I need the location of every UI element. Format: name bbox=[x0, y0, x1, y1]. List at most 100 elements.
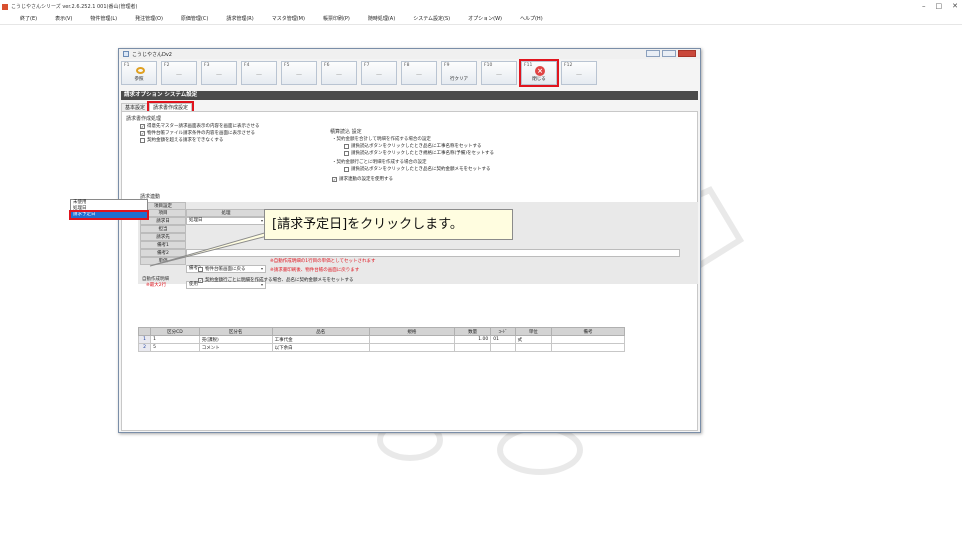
table-header: 単位 bbox=[514, 327, 553, 336]
fkey-number: F11 bbox=[524, 63, 533, 68]
dropdown-option-scheduled-date[interactable]: 請求予定日 bbox=[69, 210, 149, 220]
table-row[interactable]: 2 5 コメント 以下余白 bbox=[137, 343, 625, 352]
table-cell[interactable]: 以下余白 bbox=[271, 343, 370, 352]
menu-master[interactable]: マスタ管理(M) bbox=[272, 15, 305, 22]
dialog-app-icon bbox=[123, 51, 129, 57]
menu-view[interactable]: 表示(V) bbox=[55, 15, 72, 22]
table-header: 区分名 bbox=[198, 327, 273, 336]
fkey-f4[interactable]: F4 — bbox=[241, 61, 277, 85]
fkey-number: F8 bbox=[404, 63, 410, 68]
fkey-f3[interactable]: F3 — bbox=[201, 61, 237, 85]
billing-date-dropdown: 未使用 処理日 請求予定日 bbox=[69, 199, 149, 220]
dialog-window-buttons bbox=[646, 50, 696, 57]
fkey-number: F3 bbox=[204, 63, 210, 68]
checkbox-label: 契約金額行ごとに明細を作成する場合、品名に契約金額メモをセットする bbox=[205, 278, 354, 283]
checkbox-label: 請負読込ボタンをクリックしたとき品名に契約金額メモをセットする bbox=[351, 167, 491, 172]
checkbox[interactable] bbox=[344, 143, 349, 149]
fkey-f12[interactable]: F12— bbox=[561, 61, 597, 85]
fkey-label: — bbox=[336, 71, 342, 78]
checkbox[interactable] bbox=[344, 150, 349, 156]
table-cell[interactable] bbox=[551, 343, 625, 352]
check-use-link[interactable]: ✓ 請求連動の設定を使用する bbox=[332, 176, 393, 182]
menu-help[interactable]: ヘルプ(H) bbox=[520, 15, 543, 22]
menu-project[interactable]: 物件管理(L) bbox=[90, 15, 117, 22]
fkey-f5[interactable]: F5 — bbox=[281, 61, 317, 85]
close-window-button[interactable]: ✕ bbox=[952, 0, 958, 12]
fkey-label: — bbox=[216, 71, 222, 78]
checkbox[interactable]: ✓ bbox=[140, 130, 145, 136]
menu-exit[interactable]: 終了(E) bbox=[20, 15, 37, 22]
dialog-close-button[interactable] bbox=[678, 50, 696, 57]
tab-bar: 基本設定 請求書作成設定 bbox=[121, 101, 195, 113]
table-row[interactable]: 1 1 売(課税) 工事代金 1.00 01 式 bbox=[137, 335, 625, 344]
table-header: ｺｰﾄﾞ bbox=[490, 327, 516, 336]
check-estimate-spec[interactable]: 請負読込ボタンをクリックしたとき規格に工事名称(予備)をセットする bbox=[344, 150, 494, 156]
fkey-f2[interactable]: F2 — bbox=[161, 61, 197, 85]
checkbox[interactable]: ✓ bbox=[198, 277, 203, 283]
fkey-f6[interactable]: F6 — bbox=[321, 61, 357, 85]
table-cell[interactable] bbox=[490, 343, 516, 352]
fkey-label: 行クリア bbox=[450, 77, 468, 82]
app-logo-icon bbox=[2, 3, 8, 10]
instruction-callout: [請求予定日]をクリックします。 bbox=[264, 209, 513, 240]
dialog-title-bar: こうじやさんDv2 bbox=[119, 49, 700, 59]
table-cell[interactable] bbox=[368, 335, 455, 344]
tab-invoice-settings[interactable]: 請求書作成設定 bbox=[147, 101, 195, 113]
table-header: 品名 bbox=[271, 327, 370, 336]
menu-options[interactable]: オプション(W) bbox=[468, 15, 502, 22]
fkey-f11-close-button[interactable]: F11 × 閉じる bbox=[519, 59, 559, 87]
menu-print[interactable]: 帳票印刷(P) bbox=[323, 15, 350, 22]
table-cell[interactable]: 売(課税) bbox=[198, 335, 273, 344]
table-cell[interactable]: コメント bbox=[198, 343, 273, 352]
tab-basic-settings[interactable]: 基本設定 bbox=[121, 103, 150, 111]
checkbox[interactable]: ✓ bbox=[140, 123, 145, 129]
check-estimate-memo[interactable]: 請負読込ボタンをクリックしたとき品名に契約金額メモをセットする bbox=[344, 166, 491, 172]
dialog-minimize-button[interactable] bbox=[646, 50, 660, 57]
checkbox[interactable] bbox=[344, 166, 349, 172]
table-cell[interactable] bbox=[368, 343, 455, 352]
fkey-f1[interactable]: F1 参照 bbox=[121, 61, 157, 85]
menu-system[interactable]: システム設定(S) bbox=[413, 15, 450, 22]
dialog-maximize-button[interactable] bbox=[662, 50, 676, 57]
select-value: 使用 bbox=[189, 282, 198, 287]
table-cell[interactable]: 5 bbox=[150, 343, 200, 352]
checkbox[interactable] bbox=[140, 137, 145, 143]
table-cell[interactable] bbox=[514, 343, 553, 352]
fkey-label: — bbox=[496, 71, 502, 78]
table-cell[interactable]: 1.00 bbox=[453, 335, 492, 344]
fkey-label: — bbox=[256, 71, 262, 78]
fkey-f9[interactable]: F9 行クリア bbox=[441, 61, 477, 85]
fkey-label: 閉じる bbox=[532, 77, 546, 82]
fkey-number: F5 bbox=[284, 63, 290, 68]
menu-cost[interactable]: 原価管理(C) bbox=[181, 15, 208, 22]
check-ledger-display[interactable]: ✓ 物件台帳ファイル請求条件の内容を画面に表示させる bbox=[140, 130, 255, 136]
fkey-label: — bbox=[176, 71, 182, 78]
table-cell[interactable]: 工事代金 bbox=[271, 335, 370, 344]
check-customer-display[interactable]: ✓ 得意先マスター請求画面表示の内容を画面に表示させる bbox=[140, 123, 260, 129]
menu-adhoc[interactable]: 随時処理(A) bbox=[368, 15, 395, 22]
check-limit-contract[interactable]: 契約金額を超える請求をできなくする bbox=[140, 137, 223, 143]
fkey-number: F1 bbox=[124, 63, 130, 68]
col-proc-header: 処理 bbox=[186, 209, 266, 217]
checkbox[interactable]: ✓ bbox=[332, 176, 337, 182]
table-header: 数量 bbox=[453, 327, 492, 336]
fkey-f7[interactable]: F7 — bbox=[361, 61, 397, 85]
fkey-number: F2 bbox=[164, 63, 170, 68]
fkey-number: F7 bbox=[364, 63, 370, 68]
maximize-button[interactable]: □ bbox=[936, 0, 943, 12]
table-cell[interactable]: 1 bbox=[150, 335, 200, 344]
fkey-f8[interactable]: F8 — bbox=[401, 61, 437, 85]
check-auto-memo[interactable]: ✓ 契約金額行ごとに明細を作成する場合、品名に契約金額メモをセットする bbox=[198, 277, 354, 283]
table-cell[interactable]: 01 bbox=[490, 335, 516, 344]
fkey-number: F4 bbox=[244, 63, 250, 68]
billing-date-select[interactable]: 処理日 ▾ bbox=[186, 217, 266, 225]
check-estimate-name[interactable]: 請負読込ボタンをクリックしたとき品名に工事名称をセットする bbox=[344, 143, 482, 149]
minimize-button[interactable]: – bbox=[922, 0, 926, 12]
table-cell[interactable] bbox=[551, 335, 625, 344]
menu-order[interactable]: 発注管理(O) bbox=[135, 15, 163, 22]
table-cell[interactable]: 式 bbox=[514, 335, 553, 344]
table-header bbox=[137, 327, 152, 336]
table-cell[interactable] bbox=[453, 343, 492, 352]
fkey-f10[interactable]: F10— bbox=[481, 61, 517, 85]
menu-billing[interactable]: 請求管理(R) bbox=[226, 15, 253, 22]
